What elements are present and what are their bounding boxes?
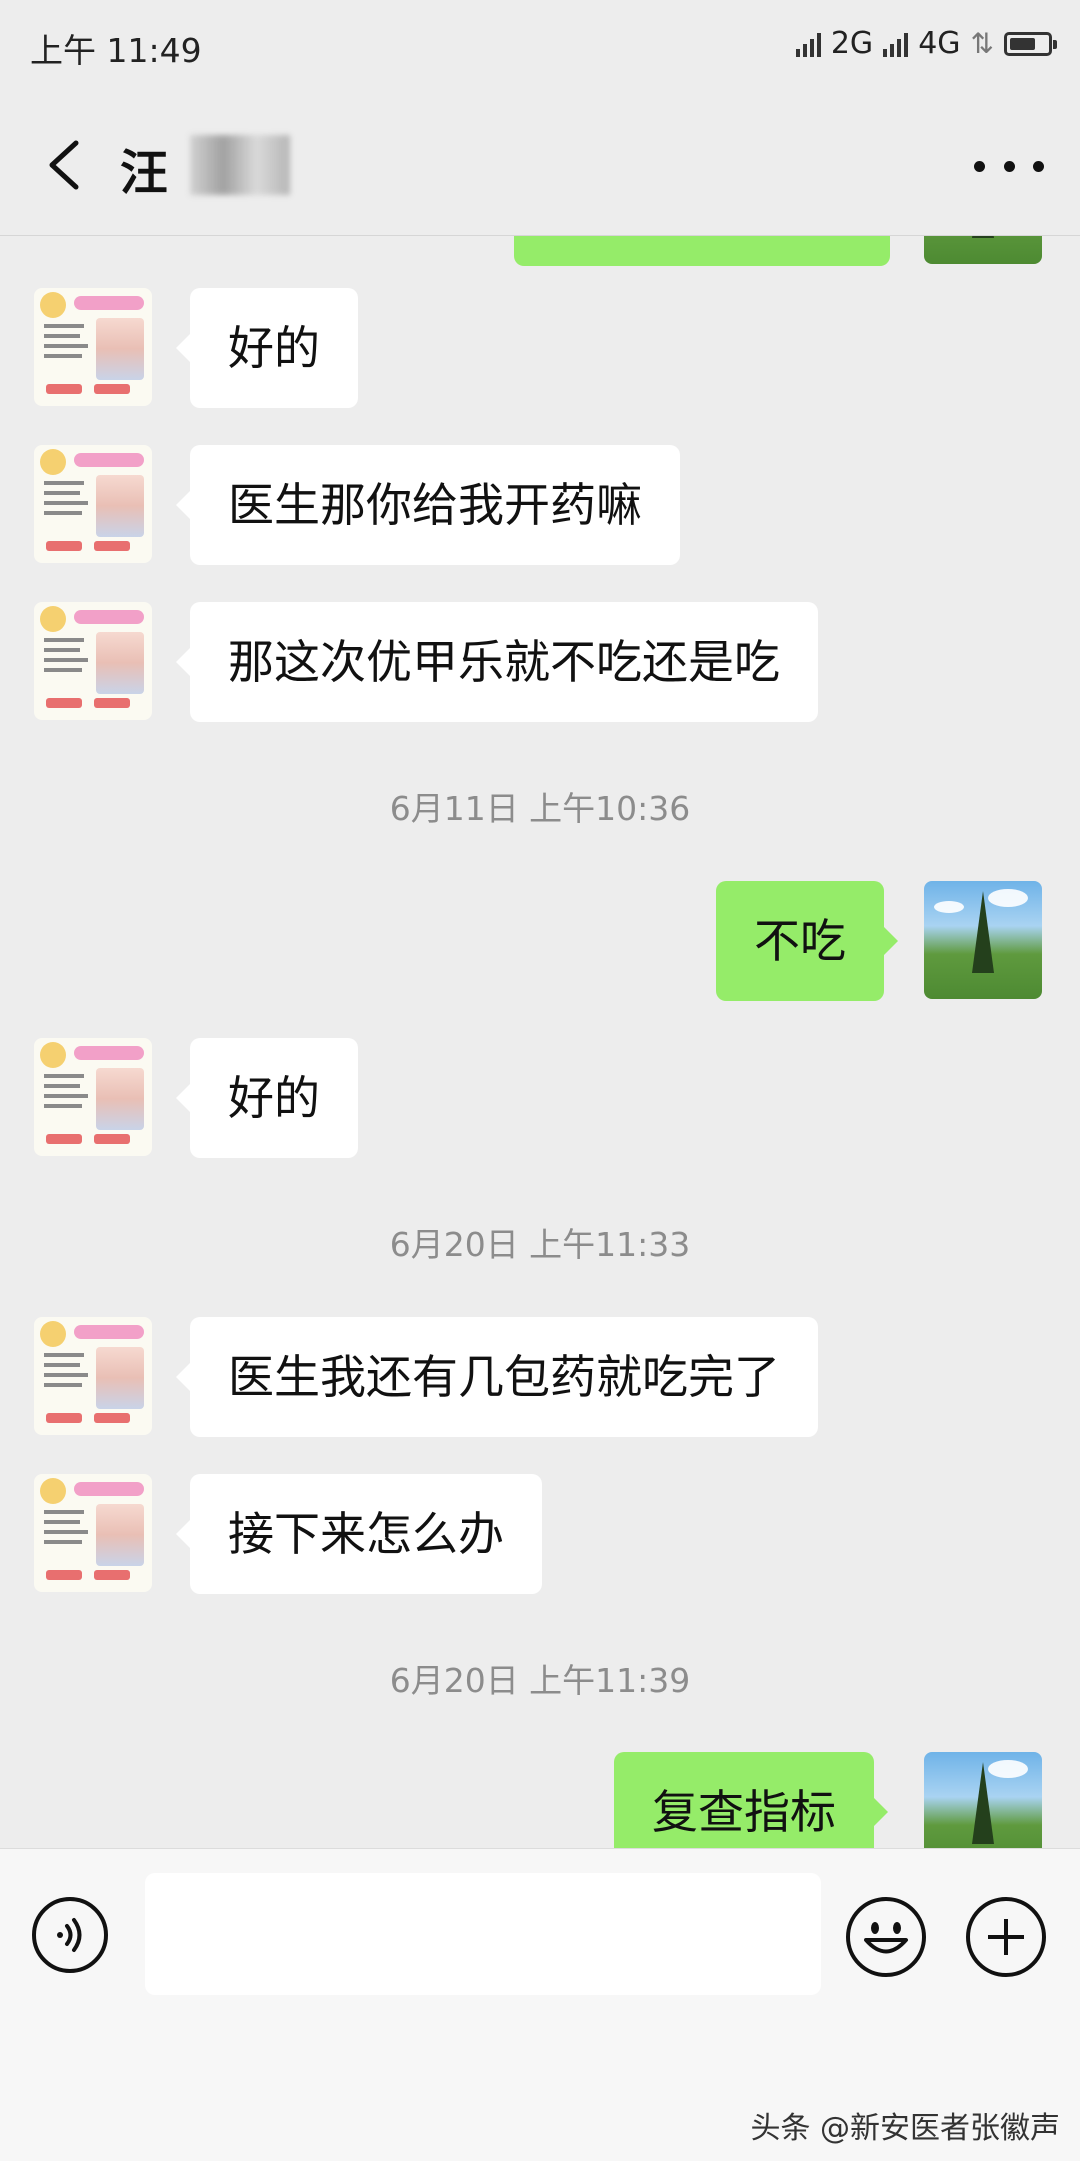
chat-messages: 好的 医生那你给我开药嘛 那这次优甲乐就不吃还是吃 6月11日 上午10:36 … bbox=[0, 236, 1080, 1848]
my-avatar[interactable] bbox=[924, 1752, 1042, 1848]
contact-avatar[interactable] bbox=[34, 288, 152, 406]
contact-avatar[interactable] bbox=[34, 602, 152, 720]
contact-avatar[interactable] bbox=[34, 1038, 152, 1156]
my-avatar[interactable] bbox=[924, 881, 1042, 999]
timestamp: 6月11日 上午10:36 bbox=[389, 789, 691, 828]
message-bubble-outgoing[interactable]: 不吃 bbox=[716, 881, 898, 1001]
contact-avatar[interactable] bbox=[34, 445, 152, 563]
message-input[interactable] bbox=[145, 1873, 821, 1995]
message-bubble-outgoing[interactable]: 复查指标 bbox=[614, 1752, 888, 1848]
contact-avatar[interactable] bbox=[34, 1317, 152, 1435]
chevron-left-icon[interactable] bbox=[38, 135, 98, 195]
chat-header: 汪 bbox=[0, 95, 1080, 236]
message-bubble-incoming[interactable]: 那这次优甲乐就不吃还是吃 bbox=[176, 602, 818, 722]
my-avatar[interactable] bbox=[924, 236, 1042, 264]
battery-icon bbox=[1004, 31, 1057, 56]
name-blur-mask bbox=[190, 135, 290, 195]
message-bubble-incoming[interactable]: 接下来怎么办 bbox=[176, 1474, 542, 1594]
contact-name: 汪 bbox=[120, 145, 169, 201]
timestamp: 6月20日 上午11:33 bbox=[389, 1225, 691, 1264]
signal-icon bbox=[795, 31, 821, 57]
watermark: 头条 @新安医者张徽声 bbox=[750, 2111, 1060, 2146]
emoji-icon[interactable] bbox=[846, 1897, 926, 1977]
status-bar: 上午 11:49 2G 4G ⇅ bbox=[0, 0, 1080, 95]
message-bubble-outgoing[interactable] bbox=[514, 236, 890, 266]
plus-icon[interactable] bbox=[966, 1897, 1046, 1977]
data-transfer-icon: ⇅ bbox=[970, 27, 994, 60]
timestamp: 6月20日 上午11:39 bbox=[389, 1661, 691, 1700]
signal-icon bbox=[883, 31, 909, 57]
input-bar: 头条 @新安医者张徽声 bbox=[0, 1848, 1080, 2161]
network-type-2: 4G bbox=[918, 26, 961, 61]
voice-icon[interactable] bbox=[32, 1897, 108, 1973]
network-type-1: 2G bbox=[830, 26, 874, 61]
status-time: 上午 11:49 bbox=[30, 31, 202, 70]
message-bubble-incoming[interactable]: 医生那你给我开药嘛 bbox=[176, 445, 680, 565]
message-bubble-incoming[interactable]: 好的 bbox=[176, 1038, 358, 1158]
contact-avatar[interactable] bbox=[34, 1474, 152, 1592]
message-bubble-incoming[interactable]: 医生我还有几包药就吃完了 bbox=[176, 1317, 818, 1437]
more-horizontal-icon[interactable] bbox=[974, 151, 1044, 181]
status-indicators: 2G 4G ⇅ bbox=[795, 26, 1057, 61]
message-bubble-incoming[interactable]: 好的 bbox=[176, 288, 358, 408]
